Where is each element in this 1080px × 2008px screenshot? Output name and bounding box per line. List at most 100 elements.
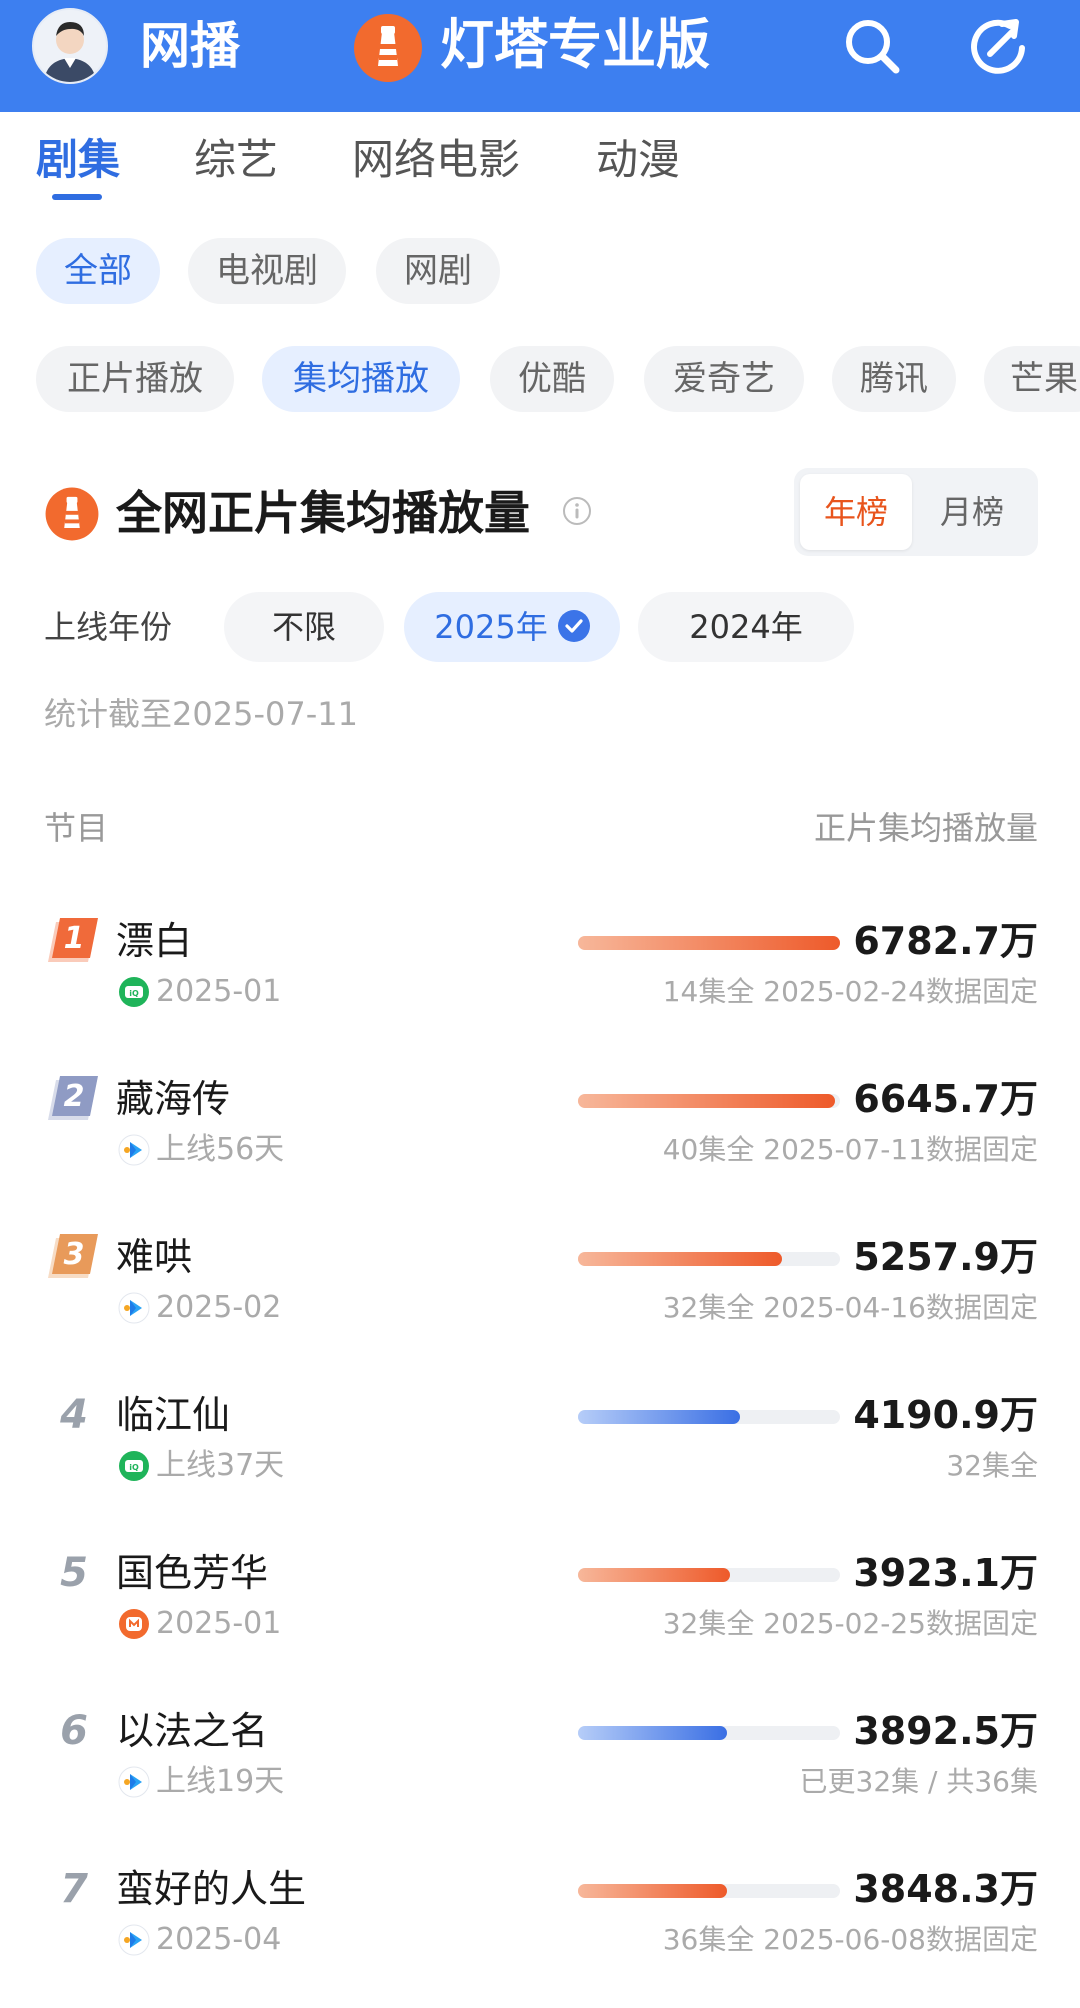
filter-tv[interactable]: 电视剧 [188,238,346,304]
program-title[interactable]: 难哄 [116,1226,192,1288]
program-title[interactable]: 蛮好的人生 [116,1858,306,1920]
app-title: 网播 [140,17,240,75]
filter-iqiyi[interactable]: 爱奇艺 [644,346,804,412]
filter-mango[interactable]: 芒果 [984,346,1080,412]
youku-icon [118,1292,150,1324]
play-bar [578,936,840,950]
play-bar-fill [578,1726,728,1740]
play-bar [578,1568,840,1582]
play-bar-fill [578,1568,730,1582]
play-bar-fill [578,1252,783,1266]
play-bar [578,1252,840,1266]
iqiyi-icon: iQ [118,1450,150,1482]
play-bar [578,1726,840,1740]
release-info: 上线19天 [156,1764,285,1799]
filter-web-drama[interactable]: 网剧 [376,238,500,304]
program-title[interactable]: 临江仙 [116,1384,230,1446]
episode-note: 14集全 2025-02-24数据固定 [662,975,1038,1008]
filter-youku[interactable]: 优酷 [490,346,614,412]
svg-text:iQ: iQ [129,1463,139,1472]
avg-play-value: 6782.7万 [853,919,1038,963]
avg-play-value: 3892.5万 [853,1709,1038,1753]
episode-note: 已更32集 / 共36集 [799,1765,1039,1798]
rank-number: 5 [60,1550,88,1596]
toggle-monthly[interactable]: 月榜 [916,474,1028,550]
tab-variety[interactable]: 综艺 [194,132,278,188]
filter-tencent[interactable]: 腾讯 [832,346,956,412]
filter-all[interactable]: 全部 [36,238,160,304]
pro-title: 灯塔专业版 [440,13,710,76]
episode-note: 32集全 2025-02-25数据固定 [662,1607,1038,1640]
tab-indicator [52,194,102,200]
tab-web-movie[interactable]: 网络电影 [352,132,520,188]
section-title: 全网正片集均播放量 [116,486,530,540]
lighthouse-icon [352,12,424,84]
year-2025[interactable]: 2025年 [404,592,620,662]
table-row[interactable]: 2 藏海传 上线56天 6645.7万 40集全 2025-07-11数据固定 [0,1068,1080,1218]
release-info: 上线56天 [156,1132,285,1167]
youku-icon [118,1766,150,1798]
filter-total-play[interactable]: 正片播放 [36,346,234,412]
rank-number: 6 [60,1708,88,1754]
column-header-metric: 正片集均播放量 [813,809,1038,847]
play-bar-fill [578,1094,835,1108]
release-info: 2025-01 [156,1606,282,1641]
year-2025-label: 2025年 [434,608,548,646]
rank-badge: 1 [44,918,100,966]
top-bar: 网播 灯塔专业版 [0,0,1080,112]
play-bar [578,1410,840,1424]
play-bar-fill [578,936,840,950]
table-row[interactable]: 3 难哄 2025-02 5257.9万 32集全 2025-04-16数据固定 [0,1226,1080,1376]
play-bar-fill [578,1884,728,1898]
program-title[interactable]: 国色芳华 [116,1542,268,1604]
stat-date: 统计截至2025-07-11 [44,695,358,733]
rank-number: 2 [63,1079,85,1114]
rank-number: 1 [63,921,85,956]
table-row[interactable]: 7 蛮好的人生 2025-04 3848.3万 36集全 2025-06-08数据固定 [0,1858,1080,2008]
toggle-yearly[interactable]: 年榜 [800,474,912,550]
table-row[interactable]: 5 国色芳华 2025-01 3923.1万 32集全 2025-02-25数据固定 [0,1542,1080,1692]
play-bar [578,1094,840,1108]
avg-play-value: 3923.1万 [853,1551,1038,1595]
year-filter-label: 上线年份 [44,608,173,646]
youku-icon [118,1924,150,1956]
program-title[interactable]: 以法之名 [116,1700,268,1762]
play-bar-fill [578,1410,741,1424]
avatar[interactable] [32,8,108,84]
episode-note: 40集全 2025-07-11数据固定 [662,1133,1038,1166]
year-any[interactable]: 不限 [224,592,384,662]
release-info: 2025-02 [156,1290,282,1325]
program-title[interactable]: 漂白 [116,910,192,972]
check-icon [557,610,590,642]
tab-series[interactable]: 剧集 [36,132,120,188]
avg-play-value: 3848.3万 [853,1867,1038,1911]
rank-badge: 3 [44,1234,100,1282]
release-info: 上线37天 [156,1448,285,1483]
lighthouse-icon [44,486,100,542]
episode-note: 32集全 2025-04-16数据固定 [662,1291,1038,1324]
filter-avg-play[interactable]: 集均播放 [262,346,460,412]
episode-note: 36集全 2025-06-08数据固定 [662,1923,1038,1956]
tab-anime[interactable]: 动漫 [596,132,680,188]
table-row[interactable]: 4 临江仙 iQ 上线37天 4190.9万 32集全 [0,1384,1080,1534]
rank-number: 3 [63,1237,85,1272]
youku-icon [118,1134,150,1166]
search-icon[interactable] [840,14,904,78]
info-icon[interactable] [562,496,592,526]
rank-badge: 2 [44,1076,100,1124]
year-2024[interactable]: 2024年 [638,592,854,662]
table-row[interactable]: 1 漂白 iQ 2025-01 6782.7万 14集全 2025-02-24数据固定 [0,910,1080,1060]
table-row[interactable]: 6 以法之名 上线19天 3892.5万已更32集 / 共36集 [0,1700,1080,1850]
mango-icon [118,1608,150,1640]
share-icon[interactable] [966,14,1030,78]
episode-note: 32集全 [946,1449,1038,1482]
release-info: 2025-04 [156,1922,282,1957]
column-header-program: 节目 [44,809,109,847]
iqiyi-icon: iQ [118,976,150,1008]
rank-number: 4 [60,1392,88,1438]
play-bar [578,1884,840,1898]
svg-text:iQ: iQ [129,989,139,998]
ranking-period-toggle: 年榜 月榜 [794,468,1038,556]
avg-play-value: 6645.7万 [853,1077,1038,1121]
program-title[interactable]: 藏海传 [116,1068,230,1130]
